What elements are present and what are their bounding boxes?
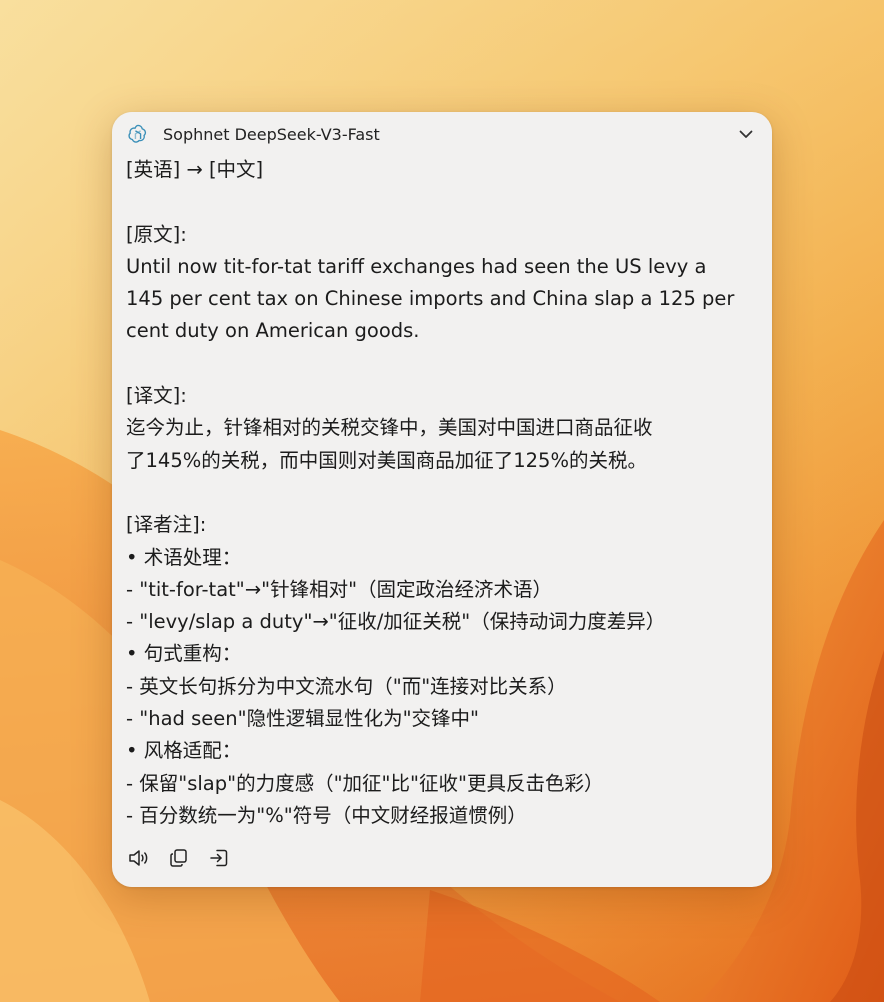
source-text-line: cent duty on American goods. — [126, 319, 420, 343]
note-item: - 英文长句拆分为中文流水句（"而"连接对比关系） — [126, 674, 567, 698]
translation-text-line: 迄今为止，针锋相对的关税交锋中，美国对中国进口商品征收 — [126, 416, 653, 440]
note-item: - 保留"slap"的力度感（"加征"比"征收"更具反击色彩） — [126, 771, 604, 795]
copy-icon[interactable] — [166, 845, 192, 871]
note-item: - "levy/slap a duty"→"征收/加征关税"（保持动词力度差异） — [126, 610, 666, 634]
language-direction: [英语] → [中文] — [126, 158, 264, 181]
window-title: Sophnet DeepSeek-V3-Fast — [163, 124, 380, 144]
insert-icon[interactable] — [206, 845, 232, 871]
openai-logo-icon — [126, 122, 150, 146]
note-item: - "tit-for-tat"→"针锋相对"（固定政治经济术语） — [126, 577, 553, 601]
note-section-title: • 句式重构： — [126, 642, 242, 666]
source-text-line: 145 per cent tax on Chinese imports and … — [126, 287, 735, 311]
translation-text-line: 了145%的关税，而中国则对美国商品加征了125%的关税。 — [126, 448, 647, 472]
notes-heading: [译者注]: — [126, 513, 207, 537]
action-toolbar — [126, 845, 232, 871]
speaker-icon[interactable] — [126, 845, 152, 871]
source-text-line: Until now tit-for-tat tariff exchanges h… — [126, 254, 707, 278]
translation-content: [英语] → [中文] [原文]: Until now tit-for-tat … — [126, 154, 756, 832]
popup-header: Sophnet DeepSeek-V3-Fast — [126, 120, 758, 148]
note-item: - 百分数统一为"%"符号（中文财经报道惯例） — [126, 803, 527, 827]
note-section-title: • 术语处理： — [126, 545, 242, 569]
chevron-down-icon[interactable] — [734, 122, 758, 146]
translation-popup: Sophnet DeepSeek-V3-Fast [英语] → [中文] [原文… — [112, 112, 772, 887]
source-heading: [原文]: — [126, 222, 187, 246]
note-item: - "had seen"隐性逻辑显性化为"交锋中" — [126, 707, 480, 731]
translation-heading: [译文]: — [126, 384, 187, 408]
note-section-title: • 风格适配： — [126, 739, 242, 763]
